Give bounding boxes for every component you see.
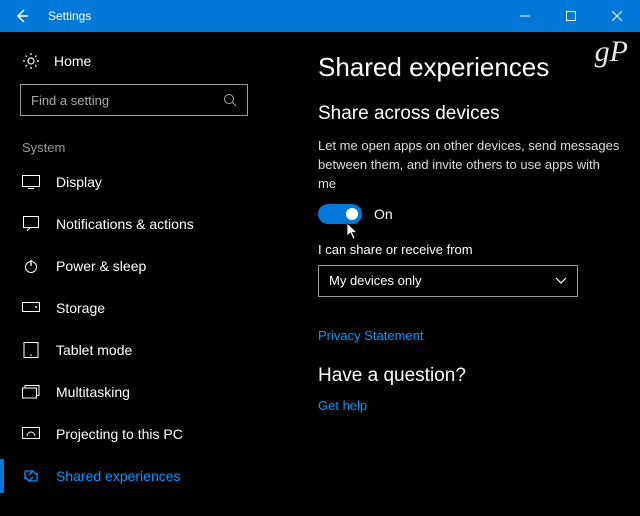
sidebar-item-multitasking[interactable]: Multitasking [20,371,268,413]
close-icon [612,11,622,21]
sidebar-item-label: Projecting to this PC [56,426,183,442]
privacy-link[interactable]: Privacy Statement [318,328,424,343]
page-title: Shared experiences [318,52,620,83]
cursor-icon [346,222,360,240]
sidebar-item-projecting[interactable]: Projecting to this PC [20,413,268,455]
sidebar-item-label: Power & sleep [56,258,146,274]
minimize-button[interactable] [502,0,548,32]
back-button[interactable] [0,0,44,32]
tablet-icon [22,341,40,359]
sidebar-item-tablet[interactable]: Tablet mode [20,329,268,371]
watermark: gP [595,35,628,69]
sidebar-item-display[interactable]: Display [20,161,268,203]
search-input[interactable]: Find a setting [20,84,248,116]
shared-icon [22,467,40,485]
toggle-state-label: On [374,206,393,222]
sidebar-item-notifications[interactable]: Notifications & actions [20,203,268,245]
share-from-label: I can share or receive from [318,242,620,257]
gear-icon [22,52,40,70]
minimize-icon [520,11,530,21]
get-help-link[interactable]: Get help [318,398,367,413]
home-button[interactable]: Home [20,46,268,84]
storage-icon [22,299,40,317]
section-title: Share across devices [318,103,620,125]
home-label: Home [54,53,91,69]
sidebar-item-power[interactable]: Power & sleep [20,245,268,287]
projecting-icon [22,425,40,443]
chevron-down-icon [555,277,567,285]
close-button[interactable] [594,0,640,32]
notifications-icon [22,215,40,233]
power-icon [22,257,40,275]
arrow-left-icon [14,8,30,24]
search-icon [223,93,237,107]
sidebar-item-label: Shared experiences [56,468,181,484]
display-icon [22,173,40,191]
sidebar-item-label: Multitasking [56,384,130,400]
maximize-button[interactable] [548,0,594,32]
share-from-dropdown[interactable]: My devices only [318,265,578,297]
titlebar: Settings [0,0,640,32]
sidebar: Home Find a setting System Display Notif… [0,32,268,516]
question-heading: Have a question? [318,365,620,387]
main-panel: gP Shared experiences Share across devic… [268,32,640,516]
share-toggle[interactable] [318,204,362,224]
search-placeholder: Find a setting [31,93,223,108]
dropdown-value: My devices only [329,273,555,288]
window-title: Settings [44,9,502,23]
sidebar-item-storage[interactable]: Storage [20,287,268,329]
sidebar-item-label: Notifications & actions [56,216,194,232]
sidebar-group-label: System [22,140,268,155]
maximize-icon [566,11,576,21]
section-description: Let me open apps on other devices, send … [318,137,620,194]
sidebar-item-label: Storage [56,300,105,316]
sidebar-item-shared-experiences[interactable]: Shared experiences [20,455,268,497]
sidebar-item-label: Display [56,174,102,190]
sidebar-item-label: Tablet mode [56,342,132,358]
multitasking-icon [22,383,40,401]
